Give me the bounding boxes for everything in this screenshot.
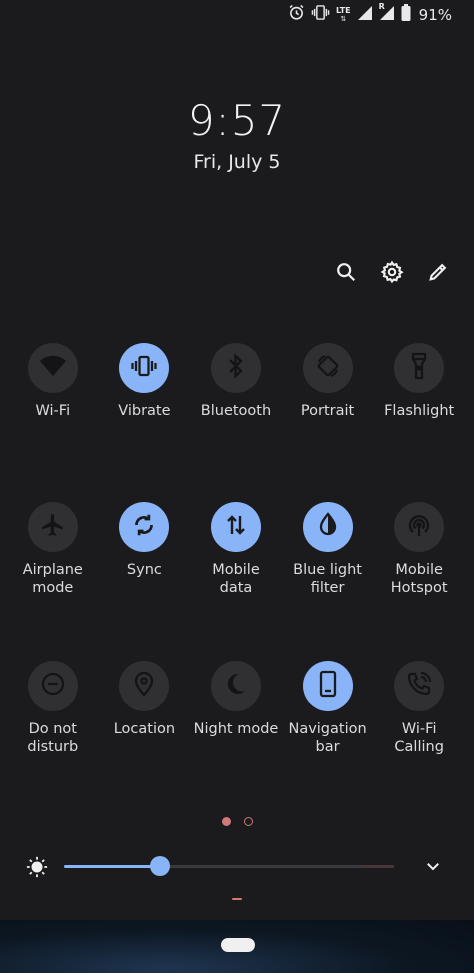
- tile-button[interactable]: [119, 502, 170, 552]
- tile-mobile-hotspot[interactable]: Mobile Hotspot: [373, 502, 465, 661]
- tile-label: Mobile data: [212, 562, 260, 596]
- tile-airplane-mode[interactable]: Airplane mode: [7, 502, 99, 661]
- tile-label: Wi-Fi: [35, 403, 71, 419]
- tile-button[interactable]: [210, 661, 261, 711]
- battery-percentage: 91%: [418, 5, 452, 24]
- tile-row: Do not disturb Location Night mode Navig…: [0, 661, 474, 820]
- quick-settings-actions: [334, 258, 450, 286]
- tile-label: Flashlight: [384, 403, 455, 419]
- brightness-slider-fill: [64, 865, 160, 868]
- brightness-control: [0, 850, 474, 884]
- tile-mobile-data[interactable]: Mobile data: [190, 502, 282, 661]
- tile-button[interactable]: [210, 502, 261, 552]
- tile-do-not-disturb[interactable]: Do not disturb: [7, 661, 99, 820]
- tile-sync[interactable]: Sync: [99, 502, 191, 661]
- tile-button[interactable]: [27, 502, 78, 552]
- status-bar: LTE ⇅ R 91%: [0, 0, 474, 28]
- tile-button[interactable]: [302, 661, 353, 711]
- alarm-icon: [288, 4, 305, 25]
- flashlight-icon: [409, 352, 429, 384]
- tile-row: Wi-Fi Vibrate Bluetooth Portrait Flashli…: [0, 343, 474, 502]
- settings-gear-icon[interactable]: [380, 258, 404, 286]
- tile-flashlight[interactable]: Flashlight: [373, 343, 465, 502]
- tile-label: Airplane mode: [22, 562, 83, 596]
- tile-label: Do not disturb: [27, 721, 79, 755]
- location-icon: [133, 671, 155, 701]
- battery-icon: [401, 4, 411, 25]
- tile-button[interactable]: [27, 661, 78, 711]
- search-icon[interactable]: [334, 258, 358, 286]
- rotate-icon: [315, 353, 341, 383]
- tile-button[interactable]: [302, 343, 353, 393]
- hotspot-icon: [405, 512, 433, 542]
- tile-button[interactable]: [119, 661, 170, 711]
- tile-navigation-bar[interactable]: Navigation bar: [282, 661, 374, 820]
- mobile-data-icon: [225, 513, 247, 541]
- page-indicator: [0, 817, 474, 826]
- blue-light-filter-icon: [316, 512, 340, 542]
- brightness-slider[interactable]: [64, 865, 394, 868]
- tile-wifi[interactable]: Wi-Fi: [7, 343, 99, 502]
- tile-portrait[interactable]: Portrait: [282, 343, 374, 502]
- lte-status-icon: LTE ⇅: [335, 5, 351, 23]
- cell-signal-icon: [357, 5, 373, 25]
- tile-label: Portrait: [300, 403, 355, 419]
- tile-label: Location: [113, 721, 176, 737]
- airplane-icon: [40, 512, 66, 542]
- date[interactable]: Fri, July 5: [0, 151, 474, 173]
- brightness-slider-thumb[interactable]: [149, 856, 170, 876]
- edit-pencil-icon[interactable]: [426, 258, 450, 286]
- vibrate-status-icon: [311, 4, 330, 25]
- tile-label: Bluetooth: [200, 403, 272, 419]
- tile-blue-light-filter[interactable]: Blue light filter: [282, 502, 374, 661]
- tile-button[interactable]: [394, 661, 445, 711]
- clock-time: 9:57: [187, 96, 287, 145]
- tile-button[interactable]: [27, 343, 78, 393]
- home-gesture-pill[interactable]: [221, 938, 255, 952]
- tile-location[interactable]: Location: [99, 661, 191, 820]
- tile-label: Sync: [126, 562, 162, 578]
- tile-button[interactable]: [302, 502, 353, 552]
- brightness-slider-end: [362, 865, 394, 868]
- do-not-disturb-icon: [40, 671, 66, 701]
- sync-icon: [131, 512, 157, 542]
- tile-row: Airplane mode Sync Mobile data Blue ligh…: [0, 502, 474, 661]
- tile-label: Night mode: [193, 721, 279, 737]
- tile-label: Mobile Hotspot: [390, 562, 448, 596]
- brightness-sun-icon: [26, 856, 48, 882]
- quick-settings-grid: Wi-Fi Vibrate Bluetooth Portrait Flashli…: [0, 343, 474, 820]
- chevron-down-icon[interactable]: [424, 857, 442, 879]
- tile-vibrate[interactable]: Vibrate: [99, 343, 191, 502]
- night-mode-icon: [224, 671, 248, 701]
- navigation-bar-icon: [318, 670, 338, 702]
- tile-button[interactable]: [394, 343, 445, 393]
- tile-label: Vibrate: [118, 403, 171, 419]
- tile-button[interactable]: [210, 343, 261, 393]
- tile-night-mode[interactable]: Night mode: [190, 661, 282, 820]
- wifi-calling-icon: [406, 671, 432, 701]
- vibrate-icon: [130, 354, 158, 382]
- tile-label: Wi-Fi Calling: [394, 721, 444, 755]
- wifi-icon: [39, 354, 67, 382]
- tile-wifi-calling[interactable]: Wi-Fi Calling: [373, 661, 465, 820]
- tile-button[interactable]: [394, 502, 445, 552]
- drag-handle[interactable]: [232, 898, 242, 900]
- page-dot[interactable]: [243, 817, 253, 826]
- tile-label: Navigation bar: [288, 721, 367, 755]
- tile-button[interactable]: [119, 343, 170, 393]
- tile-bluetooth[interactable]: Bluetooth: [190, 343, 282, 502]
- tile-label: Blue light filter: [293, 562, 362, 596]
- page-dot-current[interactable]: [221, 817, 231, 826]
- bluetooth-icon: [225, 353, 247, 383]
- roaming-signal-icon: R: [379, 2, 395, 25]
